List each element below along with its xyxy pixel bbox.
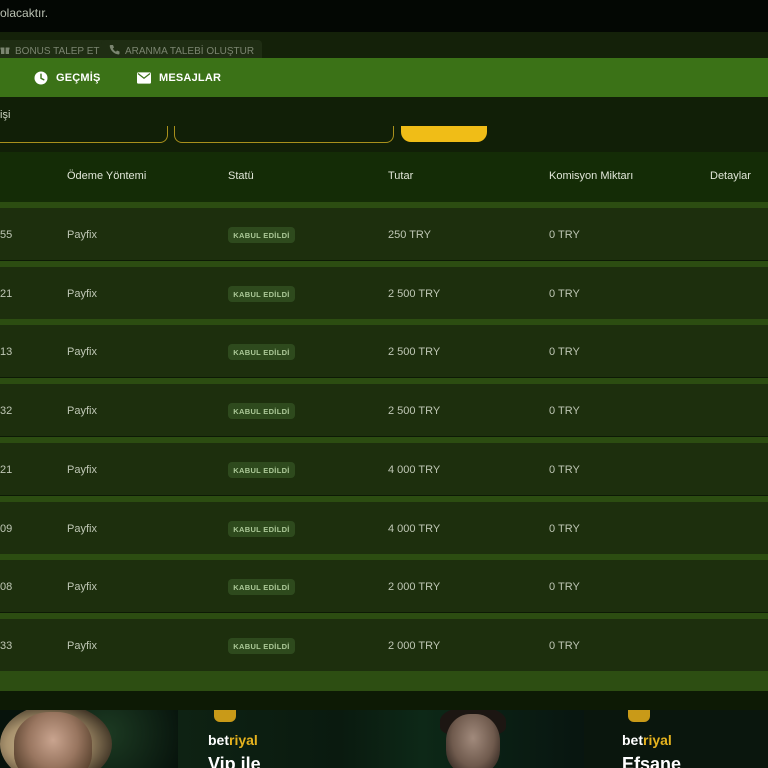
commission-value: 0 TRY <box>549 405 580 417</box>
trophy-icon <box>628 710 650 722</box>
promo-banner-left[interactable] <box>0 710 178 768</box>
payment-method: Payfix <box>67 464 97 476</box>
tab-messages[interactable]: MESAJLAR <box>137 58 221 97</box>
status-badge: KABUL EDİLDİ <box>228 344 295 360</box>
mail-icon <box>137 71 151 85</box>
commission-value: 0 TRY <box>549 229 580 241</box>
row-divider <box>0 378 768 384</box>
tab-history[interactable]: GEÇMİŞ <box>34 58 101 97</box>
header-status: Statü <box>228 170 254 182</box>
table-row[interactable]: 09 Payfix KABUL EDİLDİ 4 000 TRY 0 TRY <box>0 502 768 554</box>
transaction-id: 08 <box>0 581 13 593</box>
row-divider <box>0 319 768 325</box>
status-badge: KABUL EDİLDİ <box>228 462 295 478</box>
commission-value: 0 TRY <box>549 581 580 593</box>
row-divider <box>0 202 768 208</box>
filter-bar: işi <box>0 97 768 152</box>
commission-value: 0 TRY <box>549 464 580 476</box>
commission-value: 0 TRY <box>549 640 580 652</box>
payment-method: Payfix <box>67 581 97 593</box>
amount-value: 250 TRY <box>388 229 432 241</box>
filter-select-date[interactable] <box>174 126 394 143</box>
tab-history-label: GEÇMİŞ <box>56 71 101 84</box>
amount-value: 2 500 TRY <box>388 288 441 300</box>
amount-value: 4 000 TRY <box>388 523 441 535</box>
bonus-request-label: BONUS TALEP ET <box>15 45 100 57</box>
table-row[interactable]: 55 Payfix KABUL EDİLDİ 250 TRY 0 TRY <box>0 208 768 260</box>
banner-woman-image <box>14 712 92 768</box>
header-commission: Komisyon Miktarı <box>549 170 634 182</box>
filter-label: işi <box>0 109 11 121</box>
status-badge: KABUL EDİLDİ <box>228 638 295 654</box>
commission-value: 0 TRY <box>549 288 580 300</box>
top-notice-bar: olacaktır. <box>0 0 768 32</box>
payment-method: Payfix <box>67 405 97 417</box>
transaction-id: 13 <box>0 346 13 358</box>
filter-search-button[interactable] <box>401 126 487 142</box>
table-row[interactable]: 21 Payfix KABUL EDİLDİ 2 500 TRY 0 TRY <box>0 267 768 319</box>
transaction-id: 09 <box>0 523 13 535</box>
table-footer-bar <box>0 671 768 691</box>
amount-value: 2 500 TRY <box>388 405 441 417</box>
header-payment-method: Ödeme Yöntemi <box>67 170 147 182</box>
payment-method: Payfix <box>67 346 97 358</box>
gift-icon <box>0 45 10 58</box>
table-row[interactable]: 33 Payfix KABUL EDİLDİ 2 000 TRY 0 TRY <box>0 619 768 671</box>
account-navbar: GEÇMİŞ MESAJLAR <box>0 58 768 97</box>
trophy-icon <box>214 710 236 722</box>
notice-text: olacaktır. <box>0 6 49 20</box>
row-divider <box>0 554 768 560</box>
row-divider <box>0 496 768 502</box>
commission-value: 0 TRY <box>549 523 580 535</box>
table-row[interactable]: 13 Payfix KABUL EDİLDİ 2 500 TRY 0 TRY <box>0 325 768 377</box>
commission-value: 0 TRY <box>549 346 580 358</box>
clock-icon <box>34 71 48 85</box>
transaction-id: 33 <box>0 640 13 652</box>
promo-banners: betriyal Vip ile betriyal Efsane <box>0 710 768 768</box>
row-divider <box>0 437 768 443</box>
transaction-id: 21 <box>0 464 13 476</box>
promo-banner-right[interactable]: betriyal Efsane <box>584 710 768 768</box>
transaction-id: 55 <box>0 229 13 241</box>
row-divider <box>0 613 768 619</box>
transaction-id: 21 <box>0 288 13 300</box>
amount-value: 4 000 TRY <box>388 464 441 476</box>
transaction-id: 32 <box>0 405 13 417</box>
status-badge: KABUL EDİLDİ <box>228 579 295 595</box>
banner-title-center: Vip ile <box>208 754 261 768</box>
banner-man-image <box>446 714 500 768</box>
banner-logo-center: betriyal <box>208 732 258 748</box>
status-badge: KABUL EDİLDİ <box>228 521 295 537</box>
header-details: Detaylar <box>710 170 751 182</box>
table-row[interactable]: 32 Payfix KABUL EDİLDİ 2 500 TRY 0 TRY <box>0 384 768 436</box>
payment-method: Payfix <box>67 229 97 241</box>
status-badge: KABUL EDİLDİ <box>228 403 295 419</box>
payment-method: Payfix <box>67 523 97 535</box>
table-header: Ödeme Yöntemi Statü Tutar Komisyon Mikta… <box>0 152 768 202</box>
table-row[interactable]: 08 Payfix KABUL EDİLDİ 2 000 TRY 0 TRY <box>0 560 768 612</box>
promo-banner-center[interactable]: betriyal Vip ile <box>178 710 584 768</box>
banner-logo-right: betriyal <box>622 732 672 748</box>
amount-value: 2 000 TRY <box>388 640 441 652</box>
table-row[interactable]: 21 Payfix KABUL EDİLDİ 4 000 TRY 0 TRY <box>0 443 768 495</box>
amount-value: 2 500 TRY <box>388 346 441 358</box>
status-badge: KABUL EDİLDİ <box>228 227 295 243</box>
phone-icon <box>109 44 120 58</box>
payment-method: Payfix <box>67 288 97 300</box>
filter-select-type[interactable] <box>0 126 168 143</box>
payment-method: Payfix <box>67 640 97 652</box>
call-request-label: ARANMA TALEBİ OLUŞTUR <box>125 45 255 57</box>
banner-title-right: Efsane <box>622 754 682 768</box>
action-pill-bar: BONUS TALEP ET ARANMA TALEBİ OLUŞTUR <box>0 32 768 62</box>
tab-messages-label: MESAJLAR <box>159 71 222 84</box>
header-amount: Tutar <box>388 170 414 182</box>
amount-value: 2 000 TRY <box>388 581 441 593</box>
row-divider <box>0 261 768 267</box>
status-badge: KABUL EDİLDİ <box>228 286 295 302</box>
